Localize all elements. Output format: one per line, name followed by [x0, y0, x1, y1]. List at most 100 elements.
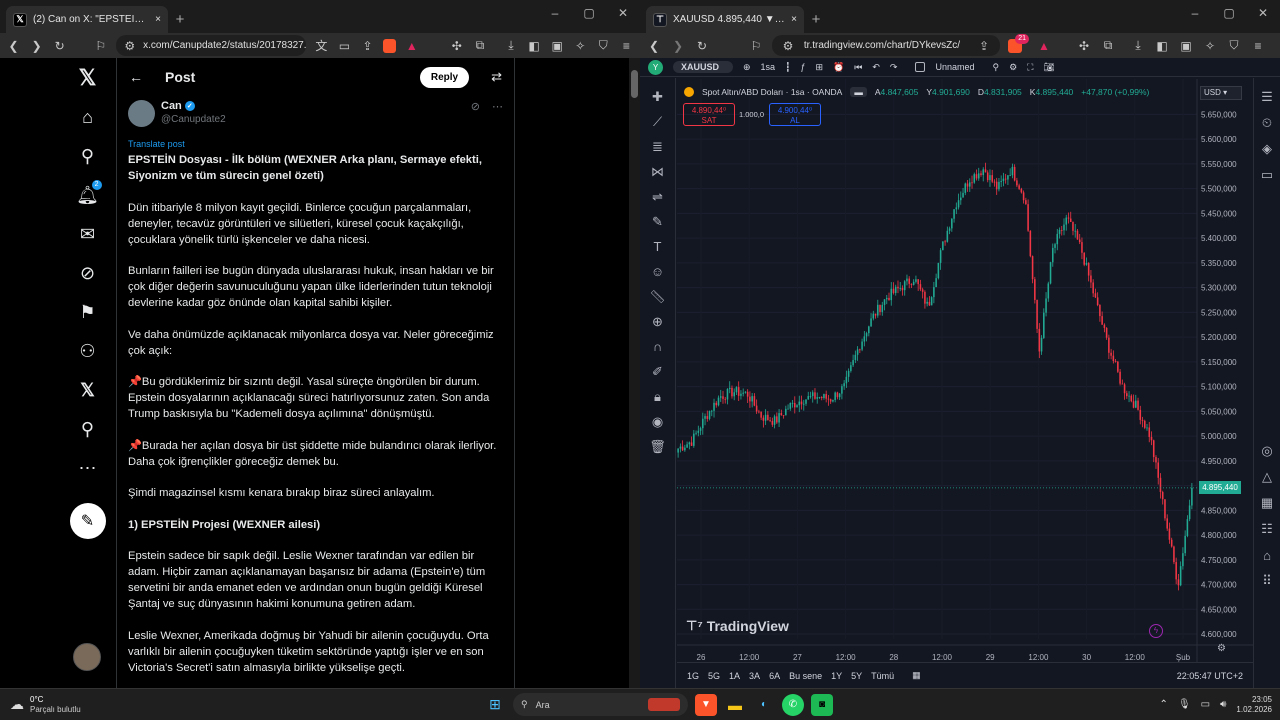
screenshot-icon[interactable]: 📷︎: [1043, 62, 1054, 73]
reload-icon[interactable]: ↻: [694, 39, 710, 53]
author-handle[interactable]: @Canupdate2: [161, 114, 465, 125]
author-avatar[interactable]: [128, 100, 155, 127]
range-button[interactable]: 6A: [769, 671, 780, 681]
menu-icon[interactable]: ≡: [619, 39, 634, 53]
close-tab-icon[interactable]: ×: [791, 14, 797, 25]
zoom-icon[interactable]: ⊕: [652, 309, 663, 334]
bookmarks-icon[interactable]: ⚑: [68, 293, 108, 332]
layout-checkbox[interactable]: [915, 62, 926, 72]
chat-icon[interactable]: ▭: [1261, 164, 1273, 186]
extensions-icon[interactable]: ✣: [1076, 39, 1092, 53]
reply-button[interactable]: Reply: [419, 66, 470, 88]
scrollbar-thumb[interactable]: [631, 70, 638, 98]
range-button[interactable]: 1A: [729, 671, 740, 681]
menu-icon[interactable]: ≡: [1250, 39, 1266, 53]
price-chart[interactable]: 5.650,000 5.600,000 5.550,000 5.500,000 5.45…: [677, 79, 1253, 662]
crosshair-icon[interactable]: ✚: [652, 84, 663, 109]
bookmark-icon[interactable]: ⚐: [748, 39, 764, 53]
lock-draw-icon[interactable]: ✐: [652, 359, 663, 384]
taskbar-search[interactable]: ⚲ Ara: [513, 693, 688, 716]
wallet-icon[interactable]: ▣: [550, 39, 565, 53]
app-icon[interactable]: ◙: [811, 693, 833, 716]
tab-manager-icon[interactable]: ⧉: [1100, 38, 1116, 53]
file-explorer-icon[interactable]: ▬: [724, 694, 746, 716]
site-info-icon[interactable]: ⚙: [780, 39, 796, 53]
wallet-icon[interactable]: ▣: [1178, 39, 1194, 53]
compose-post-button[interactable]: ✎: [69, 503, 106, 539]
text-icon[interactable]: T: [654, 234, 662, 259]
indicators-icon[interactable]: ƒ: [800, 62, 805, 72]
calendar-icon[interactable]: ▦: [1261, 492, 1273, 514]
translate-post-link[interactable]: Translate post: [128, 136, 503, 152]
leo-icon[interactable]: ✧: [1202, 39, 1218, 53]
vpn-icon[interactable]: ⛉: [596, 38, 611, 53]
weather-widget[interactable]: ☁ 0°C Parçalı bulutlu: [0, 695, 200, 715]
back-icon[interactable]: ❮: [6, 39, 21, 53]
new-tab-button[interactable]: +: [804, 6, 828, 33]
magnet-icon[interactable]: ∩: [653, 334, 662, 359]
brave-shield-icon[interactable]: [383, 38, 397, 53]
ideas-icon[interactable]: △: [1262, 466, 1272, 488]
tab-manager-icon[interactable]: ⧉: [472, 38, 487, 53]
rewards-icon[interactable]: ▲: [404, 39, 419, 53]
sidebar-icon[interactable]: ◧: [1154, 39, 1170, 53]
messages-icon[interactable]: ✉: [68, 215, 108, 254]
close-window-icon[interactable]: ✕: [1246, 6, 1280, 20]
range-button[interactable]: 1G: [687, 671, 699, 681]
undo-icon[interactable]: ↶: [872, 62, 880, 73]
forward-icon[interactable]: ❯: [29, 39, 44, 53]
clock[interactable]: 23:05 1.02.2026: [1236, 695, 1272, 715]
back-icon[interactable]: ❮: [646, 39, 662, 53]
layout-name[interactable]: Unnamed: [935, 62, 974, 72]
settings-icon[interactable]: ⚙: [1009, 62, 1017, 73]
date-range-icon[interactable]: ▦: [912, 670, 921, 681]
url-bar[interactable]: ⚙ tr.tradingview.com/chart/DYkevsZc/ ⇪: [772, 35, 1000, 56]
target-icon[interactable]: ◎: [1261, 440, 1272, 462]
alerts-clock-icon[interactable]: ⏲: [1262, 112, 1272, 134]
range-button[interactable]: 1Y: [831, 671, 842, 681]
eye-icon[interactable]: ◉: [652, 409, 663, 434]
home-icon[interactable]: ⌂: [68, 98, 108, 137]
back-arrow-icon[interactable]: ←: [129, 69, 143, 85]
author-name[interactable]: Can: [161, 100, 182, 112]
range-button[interactable]: 5Y: [851, 671, 862, 681]
chart-clock[interactable]: 22:05:47 UTC+2: [1177, 671, 1243, 681]
fullscreen-icon[interactable]: ⛶: [1027, 62, 1033, 73]
minimize-icon[interactable]: –: [538, 6, 572, 20]
brave-app-icon[interactable]: ▼: [695, 693, 717, 716]
notifications-icon[interactable]: 🔔︎ 2: [68, 176, 108, 215]
trend-line-icon[interactable]: ⟋: [653, 109, 662, 134]
account-avatar[interactable]: [73, 643, 101, 671]
download-icon[interactable]: ⤓: [503, 38, 518, 53]
currency-selector[interactable]: USD ▾: [1200, 86, 1242, 100]
tradingview-watermark[interactable]: ⊤⁷ TradingView: [686, 618, 789, 634]
symbol-search[interactable]: XAUUSD: [673, 61, 733, 73]
brave-shield-icon[interactable]: 21: [1008, 33, 1029, 53]
microphone-icon[interactable]: 🎙︎: [1178, 699, 1191, 710]
brush-icon[interactable]: ✎: [652, 209, 663, 234]
emoji-icon[interactable]: ☺: [651, 259, 664, 284]
grok-icon[interactable]: ⊘: [68, 254, 108, 293]
ruler-icon[interactable]: 📏︎: [649, 284, 666, 309]
apps-icon[interactable]: ⠿: [1262, 570, 1272, 592]
screen-icon[interactable]: ▭: [337, 39, 352, 53]
range-button[interactable]: 5G: [708, 671, 720, 681]
leo-icon[interactable]: ✧: [573, 39, 588, 53]
maximize-icon[interactable]: ▢: [572, 6, 606, 20]
news-icon[interactable]: ☷: [1261, 518, 1273, 540]
range-button[interactable]: Bu sene: [789, 671, 822, 681]
profile-icon[interactable]: ⚲: [68, 410, 108, 449]
communities-icon[interactable]: ⚇: [68, 332, 108, 371]
minimize-icon[interactable]: –: [1178, 6, 1212, 20]
watchlist-icon[interactable]: ☰: [1261, 86, 1273, 108]
redo-icon[interactable]: ↷: [890, 62, 898, 73]
fib-icon[interactable]: ≣: [652, 134, 663, 159]
sidebar-icon[interactable]: ◧: [527, 39, 542, 53]
bookmark-icon[interactable]: ⚐: [93, 39, 108, 53]
edge-icon[interactable]: ◐: [753, 694, 775, 716]
url-bar[interactable]: ⚙ x.com/Canupdate2/status/20178327...: [116, 35, 306, 56]
network-icon[interactable]: ▭: [1201, 699, 1210, 710]
tray-expand-icon[interactable]: ⌃: [1160, 699, 1168, 710]
premium-icon[interactable]: 𝕏: [68, 371, 108, 410]
sell-button[interactable]: 4.890,44⁰ SAT: [683, 103, 735, 126]
